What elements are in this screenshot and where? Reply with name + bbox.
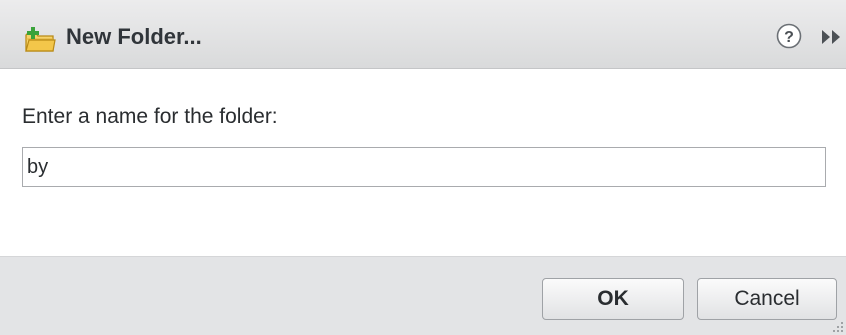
dialog-title: New Folder...: [66, 24, 202, 49]
expand-icon[interactable]: [820, 29, 846, 45]
folder-name-prompt: Enter a name for the folder:: [22, 105, 278, 128]
folder-name-input[interactable]: [22, 147, 826, 187]
svg-text:?: ?: [784, 29, 794, 46]
new-folder-dialog: New Folder... ? Enter a name for the fol…: [0, 0, 846, 335]
ok-button[interactable]: OK: [542, 278, 684, 320]
dialog-titlebar: New Folder... ?: [0, 0, 846, 69]
cancel-button[interactable]: Cancel: [697, 278, 837, 320]
help-icon[interactable]: ?: [776, 23, 802, 49]
resize-grip-icon[interactable]: [830, 319, 844, 333]
new-folder-icon: [24, 27, 56, 53]
